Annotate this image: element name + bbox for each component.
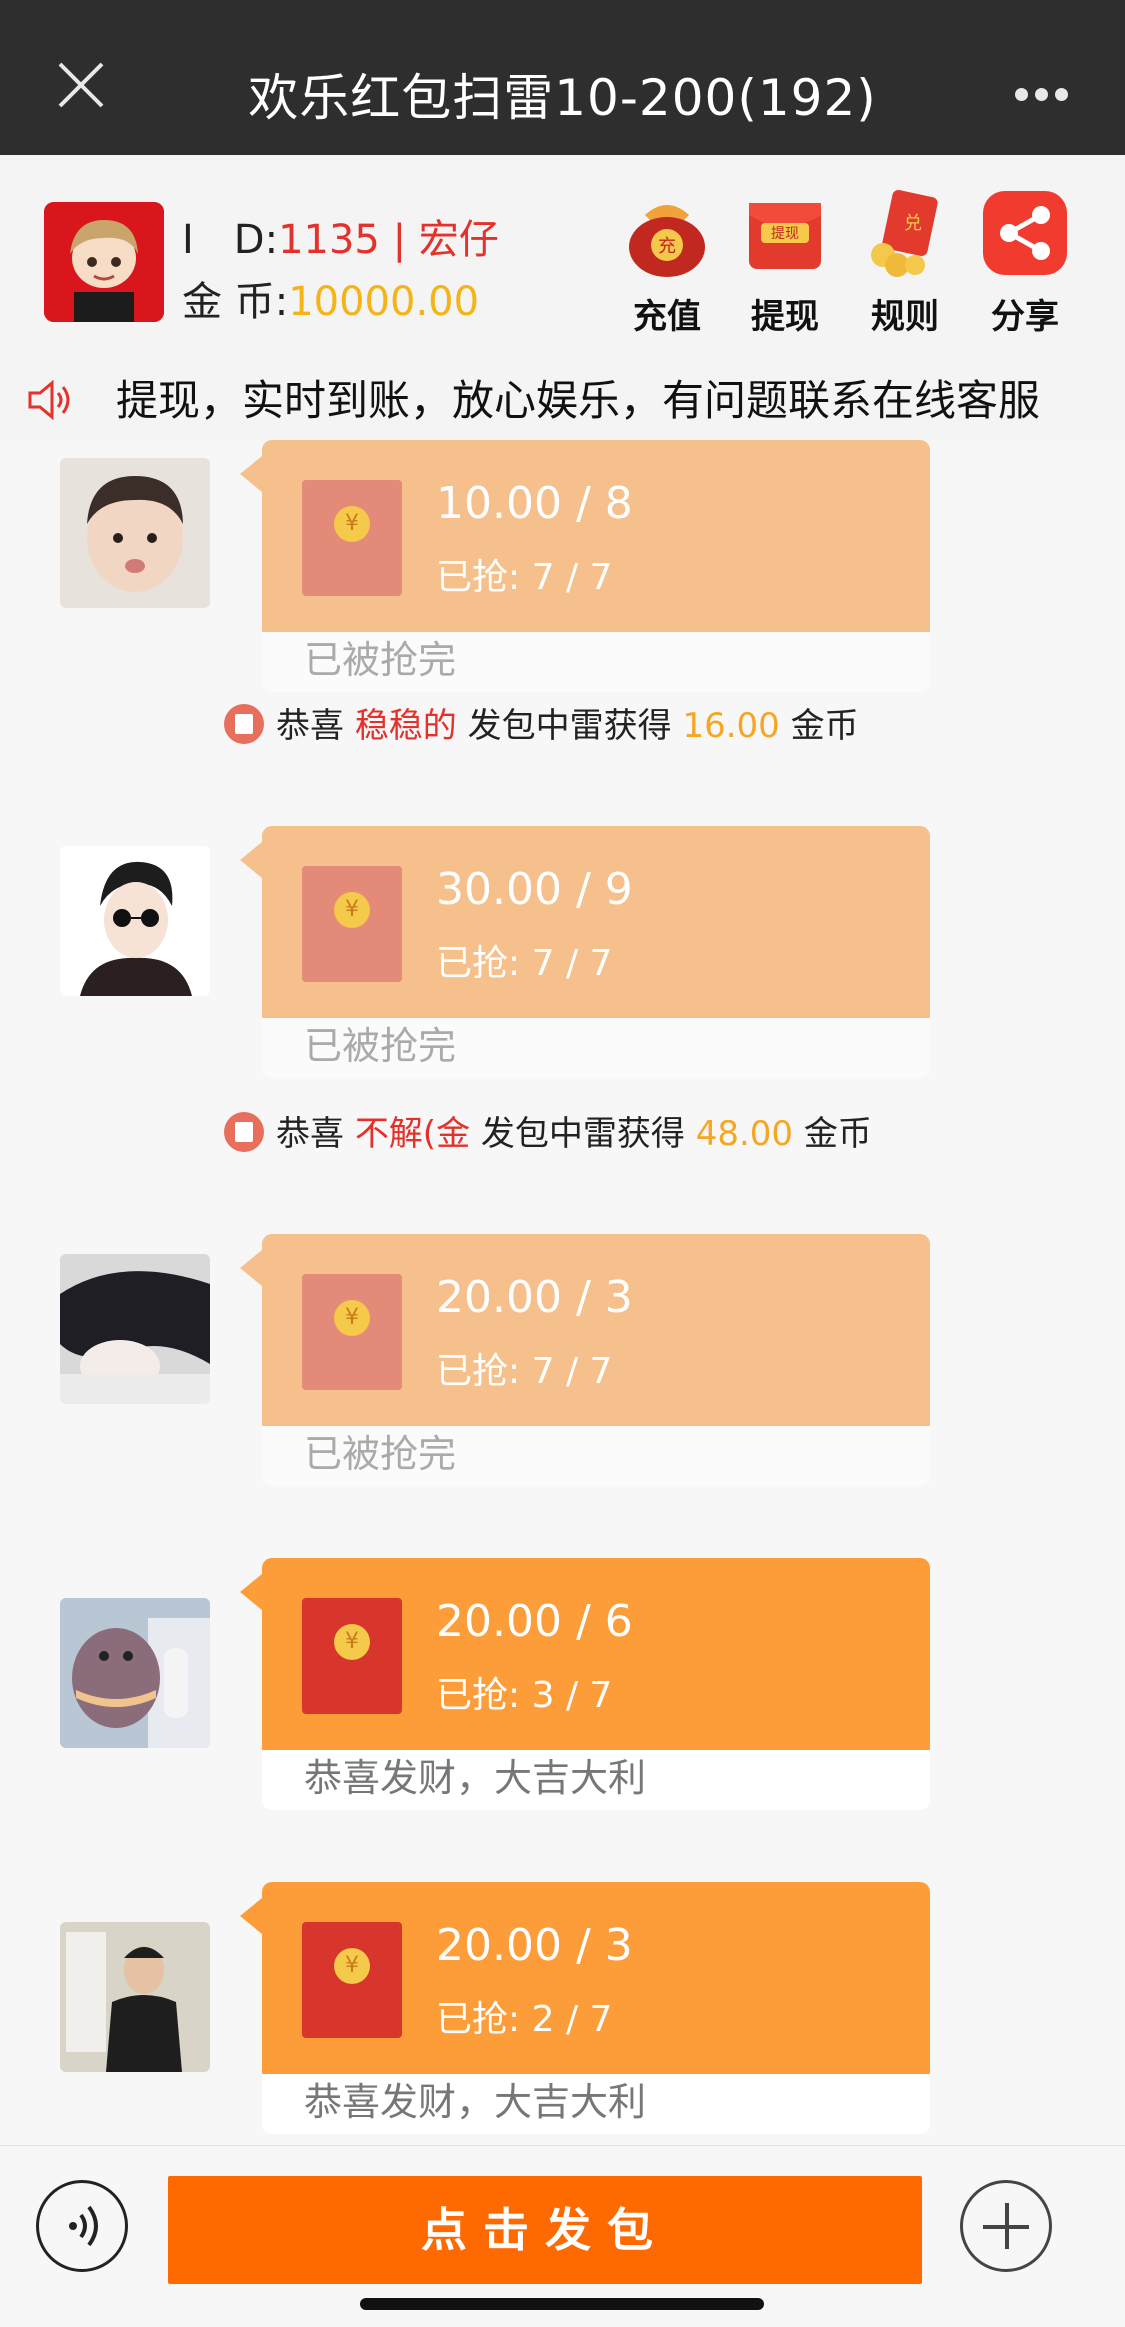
notice-prefix: 恭喜	[276, 1114, 344, 1154]
yuan-coin-icon: ¥	[334, 506, 370, 542]
yuan-coin-icon: ¥	[334, 1948, 370, 1984]
notice-amount: 16.00	[682, 706, 780, 746]
send-packet-button[interactable]: 点击发包	[168, 2176, 922, 2284]
grab-status: 已抢: 3 / 7	[436, 1666, 612, 1718]
grab-label: 已抢:	[436, 1351, 521, 1392]
notice-suffix: 金币	[803, 1114, 872, 1154]
coin-label: 金 币:	[182, 279, 289, 325]
voice-icon	[69, 2205, 98, 2247]
svg-text:兑: 兑	[904, 213, 922, 234]
share-icon	[983, 191, 1067, 275]
avatar[interactable]	[60, 458, 210, 608]
packet-amount: 30.00 / 9	[436, 864, 633, 915]
yuan-coin-icon: ¥	[334, 1300, 370, 1336]
announcement-marquee: 提现，实时到账，放心娱乐，有问题联系在线客服	[0, 345, 1125, 440]
svg-text:提现: 提现	[771, 226, 799, 242]
home-indicator[interactable]	[360, 2298, 764, 2310]
red-envelope-icon: ¥	[302, 866, 402, 982]
user-id: I D:1135 | 宏仔	[182, 207, 499, 265]
speaker-icon	[28, 379, 70, 421]
svg-text:充: 充	[658, 236, 676, 257]
yuan-coin-icon: ¥	[334, 1624, 370, 1660]
rules-button[interactable]: 兑 规则	[850, 185, 960, 338]
red-packet-bubble[interactable]: ¥ 10.00 / 8 已抢: 7 / 7 已被抢完	[262, 440, 930, 692]
packet-footer: 恭喜发财，大吉大利	[262, 2074, 930, 2134]
avatar[interactable]	[60, 1598, 210, 1748]
share-button[interactable]: 分享	[970, 185, 1080, 338]
red-envelope-icon: ¥	[302, 480, 402, 596]
recharge-button[interactable]: 充 充值	[612, 185, 722, 338]
avatar[interactable]	[60, 1254, 210, 1404]
share-label: 分享	[991, 297, 1059, 337]
mine-notice: 恭喜 不解(金 发包中雷获得 48.00 金币	[224, 1106, 872, 1156]
red-envelope-icon: ¥	[302, 1598, 402, 1714]
nav-bar: 欢乐红包扫雷10-200(192)	[0, 0, 1125, 155]
packet-amount: 20.00 / 6	[436, 1596, 633, 1647]
packet-footer: 已被抢完	[262, 632, 930, 692]
packet-amount: 20.00 / 3	[436, 1272, 633, 1323]
grab-status: 已抢: 7 / 7	[436, 548, 612, 600]
rules-envelope-icon: 兑	[871, 189, 938, 277]
coin-balance: 金 币:10000.00	[182, 269, 479, 327]
avatar[interactable]	[60, 1922, 210, 2072]
avatar[interactable]	[44, 202, 164, 322]
red-envelope-icon: ¥	[302, 1922, 402, 2038]
recharge-bag-icon: 充	[629, 205, 705, 277]
chat-area[interactable]: ¥ 10.00 / 8 已抢: 7 / 7 已被抢完 恭喜 稳稳的 发包中雷获得…	[0, 440, 1125, 2145]
more-icon[interactable]	[1015, 86, 1075, 101]
red-envelope-icon: ¥	[302, 1274, 402, 1390]
yuan-coin-icon: ¥	[334, 892, 370, 928]
bubble-arrow	[240, 842, 262, 878]
add-icon[interactable]	[960, 2180, 1052, 2272]
withdraw-button[interactable]: 提现 提现	[730, 185, 840, 338]
user-info-bar: I D:1135 | 宏仔 金 币:10000.00 充 充值 提现 提现 兑 …	[0, 155, 1125, 345]
red-packet-bubble[interactable]: ¥ 20.00 / 3 已抢: 7 / 7 已被抢完	[262, 1234, 930, 1486]
page-title: 欢乐红包扫雷10-200(192)	[248, 69, 877, 127]
notice-user: 不解(金	[354, 1114, 471, 1154]
grab-count: 7 / 7	[531, 943, 613, 984]
bubble-arrow	[240, 1250, 262, 1286]
grab-count: 3 / 7	[531, 1675, 613, 1716]
bubble-arrow	[240, 1574, 262, 1610]
red-packet-small-icon	[224, 1111, 264, 1152]
packet-footer: 已被抢完	[262, 1426, 930, 1486]
notice-middle: 发包中雷获得	[480, 1114, 685, 1154]
red-packet-bubble[interactable]: ¥ 30.00 / 9 已抢: 7 / 7 已被抢完	[262, 826, 930, 1078]
grab-count: 7 / 7	[531, 557, 613, 598]
mine-notice: 恭喜 稳稳的 发包中雷获得 16.00 金币	[224, 698, 859, 748]
marquee-text: 提现，实时到账，放心娱乐，有问题联系在线客服	[116, 376, 1041, 425]
user-id-value: 1135 | 宏仔	[278, 217, 499, 263]
grab-status: 已抢: 7 / 7	[436, 1342, 612, 1394]
red-packet-bubble[interactable]: ¥ 20.00 / 6 已抢: 3 / 7 恭喜发财，大吉大利	[262, 1558, 930, 1810]
withdraw-label: 提现	[751, 297, 819, 337]
notice-suffix: 金币	[790, 706, 859, 746]
notice-middle: 发包中雷获得	[467, 706, 672, 746]
grab-count: 2 / 7	[531, 1999, 613, 2040]
notice-user: 稳稳的	[354, 706, 457, 746]
notice-prefix: 恭喜	[276, 706, 344, 746]
user-id-label: I D:	[182, 217, 279, 263]
grab-label: 已抢:	[436, 557, 521, 598]
packet-amount: 10.00 / 8	[436, 478, 633, 529]
red-packet-bubble[interactable]: ¥ 20.00 / 3 已抢: 2 / 7 恭喜发财，大吉大利	[262, 1882, 930, 2134]
grab-status: 已抢: 2 / 7	[436, 1990, 612, 2042]
packet-footer: 恭喜发财，大吉大利	[262, 1750, 930, 1810]
grab-status: 已抢: 7 / 7	[436, 934, 612, 986]
coin-value: 10000.00	[288, 279, 480, 325]
rules-label: 规则	[871, 297, 939, 337]
voice-button[interactable]	[36, 2180, 128, 2272]
bubble-arrow	[240, 1898, 262, 1934]
grab-label: 已抢:	[436, 1675, 521, 1716]
grab-count: 7 / 7	[531, 1351, 613, 1392]
grab-label: 已抢:	[436, 1999, 521, 2040]
notice-amount: 48.00	[695, 1114, 794, 1154]
packet-footer: 已被抢完	[262, 1018, 930, 1078]
packet-amount: 20.00 / 3	[436, 1920, 633, 1971]
withdraw-envelope-icon: 提现	[749, 203, 821, 269]
avatar[interactable]	[60, 846, 210, 996]
red-packet-small-icon	[224, 703, 264, 744]
grab-label: 已抢:	[436, 943, 521, 984]
recharge-label: 充值	[633, 297, 701, 337]
bubble-arrow	[240, 456, 262, 492]
